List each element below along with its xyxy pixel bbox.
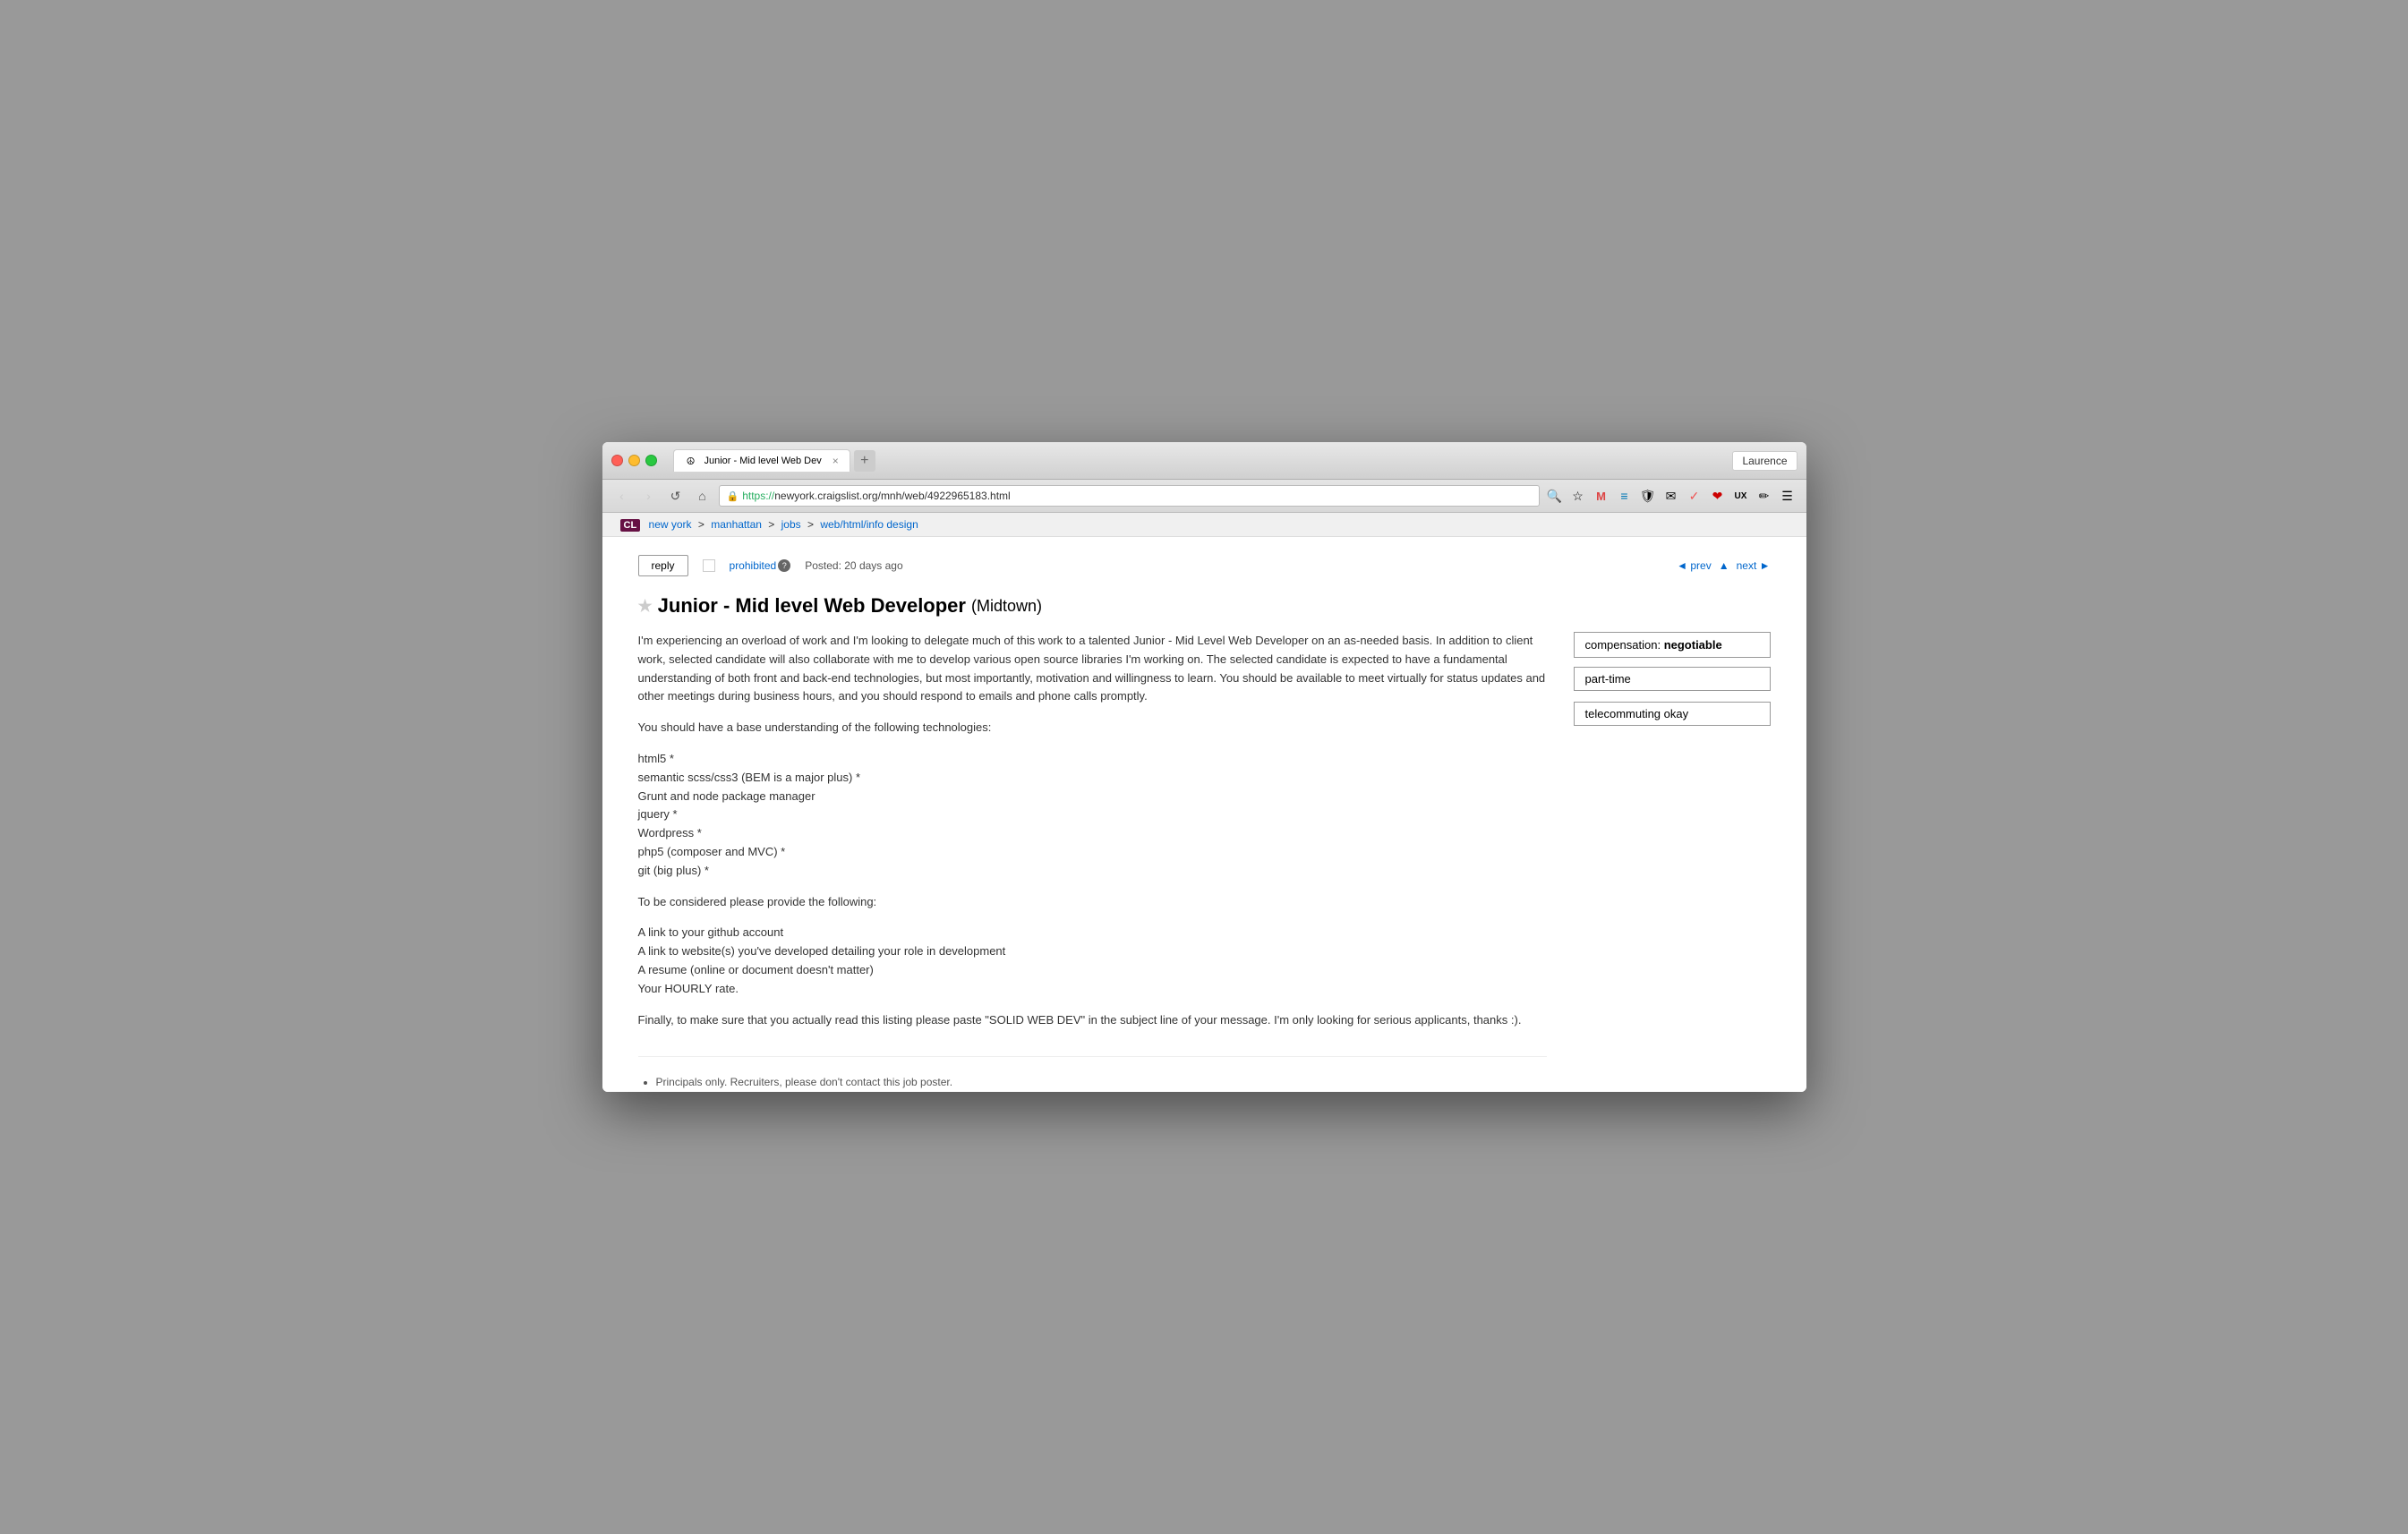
menu-icon[interactable]: ☰: [1778, 486, 1797, 506]
posting-footer: Principals only. Recruiters, please don'…: [638, 1056, 1547, 1092]
post-title-text: Junior - Mid level Web Developer: [658, 594, 966, 618]
prohibited-link[interactable]: prohibited ?: [730, 559, 791, 572]
post-sidebar: compensation: negotiable part-time telec…: [1574, 632, 1771, 1092]
prohibited-badge: ?: [778, 559, 790, 572]
tag-part-time: part-time: [1574, 667, 1771, 691]
url-text: https://newyork.craigslist.org/mnh/web/4…: [742, 490, 1011, 502]
post-body: I'm experiencing an overload of work and…: [638, 632, 1547, 1092]
compensation-value: negotiable: [1664, 638, 1722, 652]
body-paragraph-4: To be considered please provide the foll…: [638, 893, 1547, 912]
compensation-label: compensation:: [1585, 638, 1661, 652]
breadcrumb-category[interactable]: web/html/info design: [820, 518, 918, 531]
body-paragraph-2: You should have a base understanding of …: [638, 719, 1547, 737]
address-bar[interactable]: 🔒 https://newyork.craigslist.org/mnh/web…: [719, 485, 1540, 507]
toolbar-icons: 🔍 ☆ M ≡ 🛡 ✉ ✓ ❤ UX ✏ ☰: [1545, 486, 1797, 506]
gmail-icon[interactable]: M: [1592, 486, 1611, 506]
pinterest-icon[interactable]: ❤: [1708, 486, 1728, 506]
home-button[interactable]: ⌂: [692, 485, 713, 507]
ux-icon[interactable]: UX: [1731, 486, 1751, 506]
main-layout: I'm experiencing an overload of work and…: [638, 632, 1771, 1092]
tab-bar: ☮ Junior - Mid level Web Dev × +: [673, 449, 1726, 472]
body-paragraph-1: I'm experiencing an overload of work and…: [638, 632, 1547, 706]
body-paragraph-3: html5 * semantic scss/css3 (BEM is a maj…: [638, 750, 1547, 881]
tab-title: Junior - Mid level Web Dev: [704, 456, 822, 466]
mail-icon[interactable]: ✉: [1661, 486, 1681, 506]
bookmark-icon[interactable]: ☆: [1568, 486, 1588, 506]
user-profile[interactable]: Laurence: [1732, 451, 1797, 471]
star-icon[interactable]: ★: [638, 597, 653, 616]
post-date: Posted: 20 days ago: [805, 559, 902, 572]
forward-button[interactable]: ›: [638, 485, 660, 507]
separator-2: >: [768, 518, 777, 531]
footer-item-1: Principals only. Recruiters, please don'…: [656, 1071, 1547, 1092]
separator-1: >: [698, 518, 707, 531]
next-link[interactable]: next ►: [1737, 559, 1771, 572]
close-button[interactable]: [611, 455, 623, 466]
stack-icon[interactable]: ≡: [1615, 486, 1635, 506]
browser-window: ☮ Junior - Mid level Web Dev × + Laurenc…: [602, 442, 1806, 1092]
compensation-box: compensation: negotiable: [1574, 632, 1771, 658]
prohibited-label: prohibited: [730, 559, 777, 572]
prev-link[interactable]: ◄ prev: [1677, 559, 1712, 572]
shield-icon[interactable]: 🛡: [1638, 486, 1658, 506]
reply-button[interactable]: reply: [638, 555, 688, 576]
title-bar: ☮ Junior - Mid level Web Dev × + Laurenc…: [602, 442, 1806, 480]
tab-favicon-icon: ☮: [685, 455, 697, 467]
page-content: reply prohibited ? Posted: 20 days ago ◄…: [602, 537, 1806, 1092]
back-button[interactable]: ‹: [611, 485, 633, 507]
search-icon[interactable]: 🔍: [1545, 486, 1565, 506]
breadcrumb-city[interactable]: new york: [649, 518, 692, 531]
body-paragraph-5: A link to your github account A link to …: [638, 924, 1547, 998]
url-domain: newyork.craigslist.org/mnh/web/492296518…: [774, 490, 1010, 502]
post-location: (Midtown): [971, 597, 1042, 616]
prohibited-checkbox: [703, 559, 715, 572]
body-paragraph-6: Finally, to make sure that you actually …: [638, 1011, 1547, 1030]
extension-icon[interactable]: ✏: [1755, 486, 1774, 506]
page-scroll-container[interactable]: reply prohibited ? Posted: 20 days ago ◄…: [602, 537, 1806, 1092]
cl-logo[interactable]: CL: [620, 519, 641, 532]
post-title-row: ★ Junior - Mid level Web Developer (Midt…: [638, 594, 1771, 618]
separator-3: >: [807, 518, 816, 531]
check-icon[interactable]: ✓: [1685, 486, 1704, 506]
active-tab[interactable]: ☮ Junior - Mid level Web Dev ×: [673, 449, 850, 472]
https-label: https://: [742, 490, 774, 502]
tag-telecommuting: telecommuting okay: [1574, 702, 1771, 726]
breadcrumb-borough[interactable]: manhattan: [711, 518, 762, 531]
post-nav-links: ◄ prev ▲ next ►: [1677, 559, 1770, 572]
sidebar-tags: part-time telecommuting okay: [1574, 667, 1771, 731]
new-tab-button[interactable]: +: [854, 450, 875, 472]
tab-close-icon[interactable]: ×: [833, 455, 839, 467]
minimize-button[interactable]: [628, 455, 640, 466]
post-actions-bar: reply prohibited ? Posted: 20 days ago ◄…: [638, 555, 1771, 576]
ssl-lock-icon: 🔒: [727, 490, 739, 502]
footer-list: Principals only. Recruiters, please don'…: [638, 1071, 1547, 1092]
nav-bar: ‹ › ↺ ⌂ 🔒 https://newyork.craigslist.org…: [602, 480, 1806, 513]
breadcrumb-section[interactable]: jobs: [781, 518, 801, 531]
refresh-button[interactable]: ↺: [665, 485, 687, 507]
up-link[interactable]: ▲: [1719, 559, 1729, 572]
breadcrumb: CL new york > manhattan > jobs > web/htm…: [602, 513, 1806, 537]
window-controls: [611, 455, 657, 466]
maximize-button[interactable]: [645, 455, 657, 466]
